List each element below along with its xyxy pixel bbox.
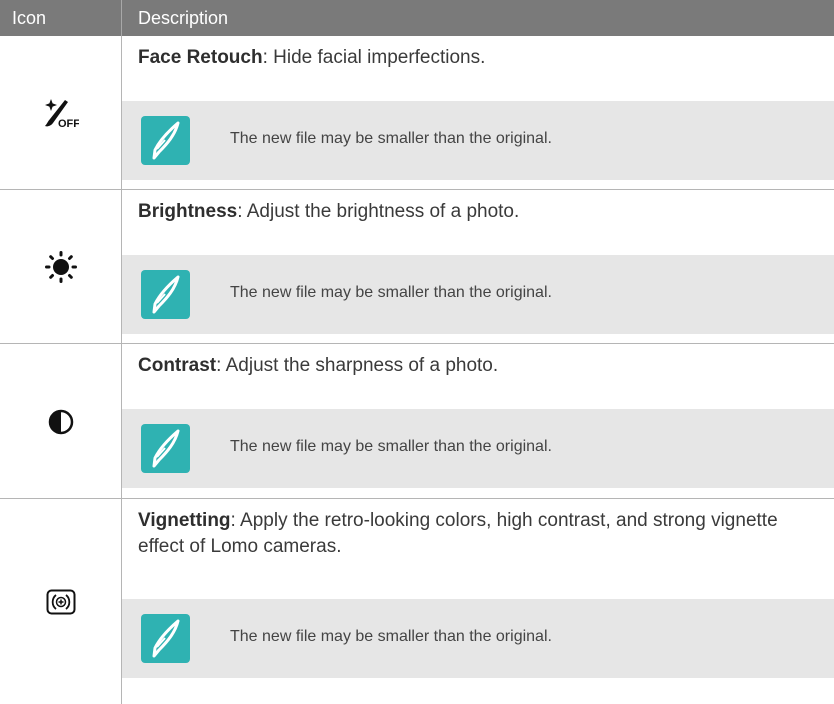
note-text: The new file may be smaller than the ori… — [230, 130, 552, 147]
note-pen-icon — [141, 614, 190, 663]
header-icon-column: Icon — [12, 8, 47, 28]
note-text: The new file may be smaller than the ori… — [230, 284, 552, 301]
table-row-face-retouch: OFF Face Retouch: Hide facial imperfecti… — [0, 36, 834, 190]
feature-title: Contrast — [138, 355, 217, 376]
brightness-icon — [0, 190, 121, 344]
note-text: The new file may be smaller than the ori… — [230, 438, 552, 455]
feature-text: : Adjust the sharpness of a photo. — [216, 355, 499, 376]
vignetting-icon — [0, 499, 121, 704]
feature-table: Icon Description OFF Face Retouch: Hide … — [0, 0, 834, 704]
face-retouch-off-icon: OFF — [0, 36, 121, 190]
svg-text:OFF: OFF — [58, 118, 79, 129]
feature-text: : Adjust the brightness of a photo. — [237, 201, 520, 222]
feature-title: Vignetting — [138, 510, 231, 531]
row-description: Contrast: Adjust the sharpness of a phot… — [138, 353, 824, 379]
table-row-contrast: Contrast: Adjust the sharpness of a phot… — [0, 344, 834, 499]
note-pen-icon — [141, 116, 190, 165]
feature-title: Face Retouch — [138, 47, 263, 68]
table-header: Icon Description — [0, 0, 834, 36]
feature-text: : Hide facial imperfections. — [262, 47, 486, 68]
note-box: The new file may be smaller than the ori… — [122, 255, 834, 334]
note-box: The new file may be smaller than the ori… — [122, 599, 834, 678]
note-text: The new file may be smaller than the ori… — [230, 628, 552, 645]
table-row-brightness: Brightness: Adjust the brightness of a p… — [0, 190, 834, 344]
feature-title: Brightness — [138, 201, 238, 222]
header-divider — [121, 0, 122, 36]
contrast-icon — [0, 344, 121, 499]
note-pen-icon — [141, 424, 190, 473]
row-description: Vignetting: Apply the retro-looking colo… — [138, 508, 824, 560]
header-description-column: Description — [138, 8, 229, 28]
row-description: Face Retouch: Hide facial imperfections. — [138, 45, 824, 71]
note-box: The new file may be smaller than the ori… — [122, 409, 834, 488]
table-row-vignetting: Vignetting: Apply the retro-looking colo… — [0, 499, 834, 704]
note-box: The new file may be smaller than the ori… — [122, 101, 834, 180]
row-description: Brightness: Adjust the brightness of a p… — [138, 199, 824, 225]
feature-text: : Apply the retro-looking colors, high c… — [138, 510, 778, 557]
note-pen-icon — [141, 270, 190, 319]
